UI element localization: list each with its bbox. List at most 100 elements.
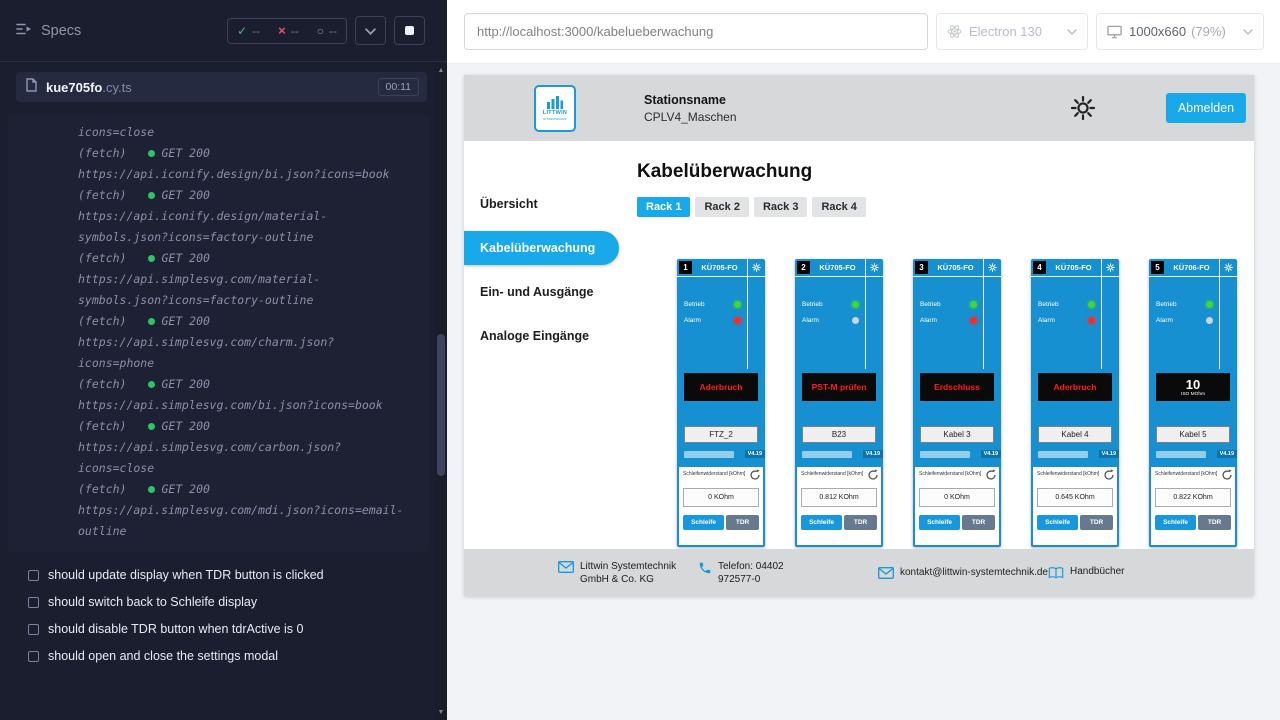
- resistance-value: 0.645 KOhm: [1037, 488, 1113, 507]
- schleife-button[interactable]: Schleife: [1155, 515, 1196, 530]
- specs-menu-button[interactable]: Specs: [16, 22, 81, 40]
- card-settings-gear-icon[interactable]: [747, 259, 765, 276]
- scrollbar-thumb[interactable]: [437, 334, 445, 476]
- log-status: GET 200: [161, 248, 209, 269]
- device-card: 1 KÜ705-FO: [677, 259, 765, 547]
- refresh-icon[interactable]: [985, 469, 997, 481]
- nav-item-label: Ein- und Ausgänge: [480, 285, 593, 299]
- rack-tab[interactable]: Rack 2: [695, 197, 748, 217]
- footer-contact-item[interactable]: kontakt@littwin-systemtechnik.de: [878, 566, 1048, 579]
- card-settings-gear-icon[interactable]: [865, 259, 883, 276]
- nav-item[interactable]: Übersicht: [464, 187, 619, 221]
- footer-contact-item[interactable]: Handbücher: [1048, 565, 1124, 580]
- scroll-up-arrow-icon[interactable]: ▲: [435, 64, 447, 76]
- network-log-entry[interactable]: (fetch) GET 200 https://api.simplesvg.co…: [78, 248, 421, 311]
- network-log-entry[interactable]: (fetch) GET 200 https://api.simplesvg.co…: [78, 416, 421, 479]
- test-title: should switch back to Schleife display: [48, 595, 257, 609]
- network-log-entry[interactable]: (fetch) GET 200 https://api.simplesvg.co…: [78, 374, 421, 416]
- refresh-icon[interactable]: [1221, 469, 1233, 481]
- card-settings-gear-icon[interactable]: [1101, 259, 1119, 276]
- footer-contact-text: kontakt@littwin-systemtechnik.de: [900, 566, 1048, 579]
- nav-item[interactable]: Analoge Eingänge: [464, 319, 619, 353]
- card-divider: [747, 277, 765, 369]
- log-url-continuation: icons=close: [78, 122, 410, 143]
- card-settings-gear-icon[interactable]: [983, 259, 1001, 276]
- network-log-entry[interactable]: (fetch) GET 200 https://api.simplesvg.co…: [78, 311, 421, 374]
- alarm-row: Alarm: [684, 317, 741, 324]
- schleife-button[interactable]: Schleife: [683, 515, 724, 530]
- test-list-item[interactable]: should update display when TDR button is…: [28, 568, 427, 582]
- device-model: KÜ706-FO: [1164, 263, 1219, 272]
- tdr-button[interactable]: TDR: [1080, 515, 1113, 530]
- log-entry-head: (fetch) GET 200: [78, 185, 421, 206]
- rack-tab[interactable]: Rack 3: [754, 197, 807, 217]
- schleife-button[interactable]: Schleife: [919, 515, 960, 530]
- browser-select[interactable]: Electron 130: [936, 13, 1088, 50]
- tdr-button[interactable]: TDR: [844, 515, 877, 530]
- network-log-entry[interactable]: (fetch) GET 200 https://api.iconify.desi…: [78, 185, 421, 248]
- logout-button[interactable]: Abmelden: [1166, 93, 1246, 123]
- runner-scrollbar[interactable]: ▲ ▼: [435, 62, 447, 720]
- device-card: 3 KÜ705-FO: [913, 259, 1001, 547]
- failed-x-icon: ×: [278, 24, 286, 37]
- status-ok-dot: [148, 381, 155, 388]
- collapse-chevron-button[interactable]: [355, 16, 386, 45]
- refresh-icon[interactable]: [749, 469, 761, 481]
- betrieb-led: [1088, 301, 1095, 308]
- measurement-panel: Schleifenwiderstand [kOhm] 0.645 KOhm Sc…: [1033, 467, 1117, 545]
- cypress-runner-panel: Specs ✓ -- ×: [0, 0, 447, 720]
- rack-tab[interactable]: Rack 1: [637, 197, 690, 217]
- cable-name-input[interactable]: Kabel 3: [920, 426, 994, 443]
- log-tag: (fetch): [78, 479, 126, 500]
- cable-name-input[interactable]: Kabel 4: [1038, 426, 1112, 443]
- refresh-icon[interactable]: [867, 469, 879, 481]
- logo-mark-icon: [546, 96, 564, 109]
- chevron-down-icon: [365, 23, 376, 38]
- resistance-label: Schleifenwiderstand [kOhm]: [801, 471, 867, 477]
- alarm-label: Alarm: [684, 317, 701, 324]
- resistance-label: Schleifenwiderstand [kOhm]: [683, 471, 749, 477]
- viewport-icon: [1107, 25, 1122, 39]
- iso-value: 10: [1186, 378, 1200, 391]
- footer-contact-item[interactable]: Littwin Systemtechnik GmbH & Co. KG: [558, 560, 698, 586]
- schleife-button[interactable]: Schleife: [801, 515, 842, 530]
- network-log-entry[interactable]: (fetch) GET 200 https://api.iconify.desi…: [78, 143, 421, 185]
- cable-name-input[interactable]: B23: [802, 426, 876, 443]
- mode-buttons: Schleife TDR: [1155, 515, 1231, 530]
- spec-file-row[interactable]: kue705fo.cy.ts 00:11: [16, 72, 427, 102]
- device-model: KÜ705-FO: [1046, 263, 1101, 272]
- status-display: Aderbruch: [684, 373, 758, 401]
- betrieb-led: [734, 301, 741, 308]
- card-divider: [1219, 277, 1237, 369]
- card-settings-gear-icon[interactable]: [1219, 259, 1237, 276]
- littwin-logo: LITTWIN SYSTEMTECHNIK: [534, 85, 576, 132]
- log-url: https://api.simplesvg.com/carbon.json?ic…: [78, 437, 410, 479]
- device-model: KÜ705-FO: [928, 263, 983, 272]
- cable-name-input[interactable]: Kabel 5: [1156, 426, 1230, 443]
- footer-contact-item[interactable]: Telefon: 04402 972577-0: [698, 560, 878, 586]
- tdr-button[interactable]: TDR: [726, 515, 759, 530]
- stop-button[interactable]: [394, 16, 425, 45]
- test-list-item[interactable]: should switch back to Schleife display: [28, 595, 427, 609]
- network-log-list: (fetch) GET 200 https://api.iconify.desi…: [78, 143, 421, 542]
- tdr-button[interactable]: TDR: [1198, 515, 1231, 530]
- cable-name-input[interactable]: FTZ_2: [684, 426, 758, 443]
- schleife-button[interactable]: Schleife: [1037, 515, 1078, 530]
- betrieb-label: Betrieb: [684, 301, 705, 308]
- test-list-item[interactable]: should open and close the settings modal: [28, 649, 427, 663]
- test-list-item[interactable]: should disable TDR button when tdrActive…: [28, 622, 427, 636]
- firmware-version: V4.19: [981, 450, 1001, 458]
- firmware-version: V4.19: [1217, 450, 1237, 458]
- alarm-label: Alarm: [920, 317, 937, 324]
- network-log-entry[interactable]: (fetch) GET 200 https://api.simplesvg.co…: [78, 479, 421, 542]
- nav-item[interactable]: Ein- und Ausgänge: [464, 275, 619, 309]
- rack-tab[interactable]: Rack 4: [812, 197, 865, 217]
- viewport-select[interactable]: 1000x660 (79%): [1096, 13, 1264, 50]
- refresh-icon[interactable]: [1103, 469, 1115, 481]
- tdr-button[interactable]: TDR: [962, 515, 995, 530]
- url-input[interactable]: http://localhost:3000/kabelueberwachung: [464, 13, 928, 50]
- settings-gear-button[interactable]: [1070, 95, 1096, 121]
- scroll-down-arrow-icon[interactable]: ▼: [435, 706, 447, 718]
- firmware-version: V4.19: [745, 450, 765, 458]
- nav-item[interactable]: Kabelüberwachung: [464, 231, 619, 265]
